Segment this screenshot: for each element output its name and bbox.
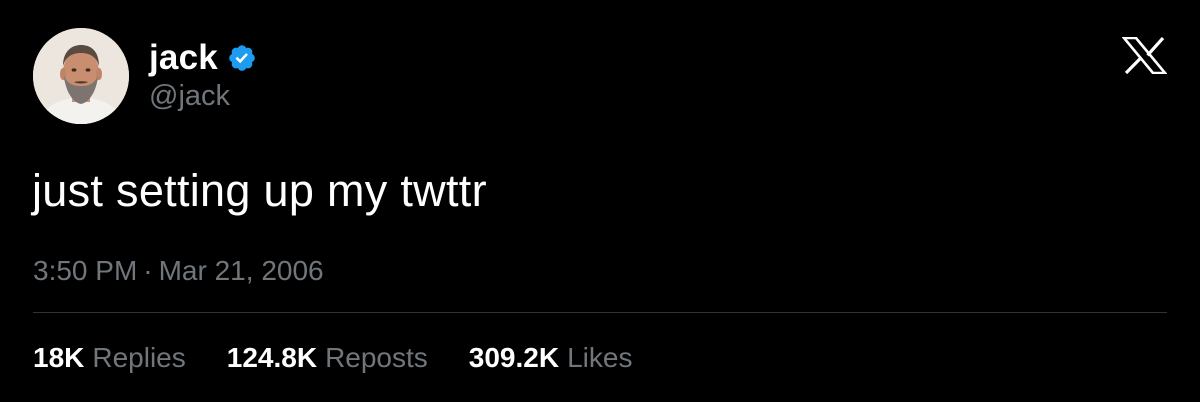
replies-count: 18K (33, 342, 85, 373)
author-identity: jack @jack (149, 38, 257, 113)
avatar[interactable] (33, 28, 129, 124)
tweet-time: 3:50 PM (33, 255, 138, 286)
tweet-header: jack @jack (33, 28, 257, 124)
verified-badge-icon (227, 43, 257, 73)
tweet-card: jack @jack just setting up my twttr 3:50… (0, 0, 1200, 402)
likes-label: Likes (567, 342, 633, 373)
likes-stat[interactable]: 309.2K Likes (469, 341, 633, 375)
engagement-stats: 18K Replies 124.8K Reposts 309.2K Likes (33, 341, 673, 375)
avatar-image (33, 28, 129, 124)
meta-separator: · (143, 255, 153, 286)
replies-label: Replies (92, 342, 186, 373)
author-handle[interactable]: @jack (149, 79, 257, 113)
x-logo-icon[interactable] (1121, 36, 1168, 75)
author-display-name[interactable]: jack (149, 38, 218, 78)
reposts-stat[interactable]: 124.8K Reposts (227, 341, 428, 375)
likes-count: 309.2K (468, 342, 560, 373)
tweet-text: just setting up my twttr (32, 165, 487, 216)
reposts-label: Reposts (325, 342, 428, 373)
name-row: jack (149, 38, 257, 78)
replies-stat[interactable]: 18K Replies (33, 341, 186, 375)
divider (33, 312, 1167, 313)
tweet-timestamp[interactable]: 3:50 PM · Mar 21, 2006 (33, 254, 324, 288)
reposts-count: 124.8K (226, 342, 318, 373)
tweet-date: Mar 21, 2006 (158, 255, 324, 286)
